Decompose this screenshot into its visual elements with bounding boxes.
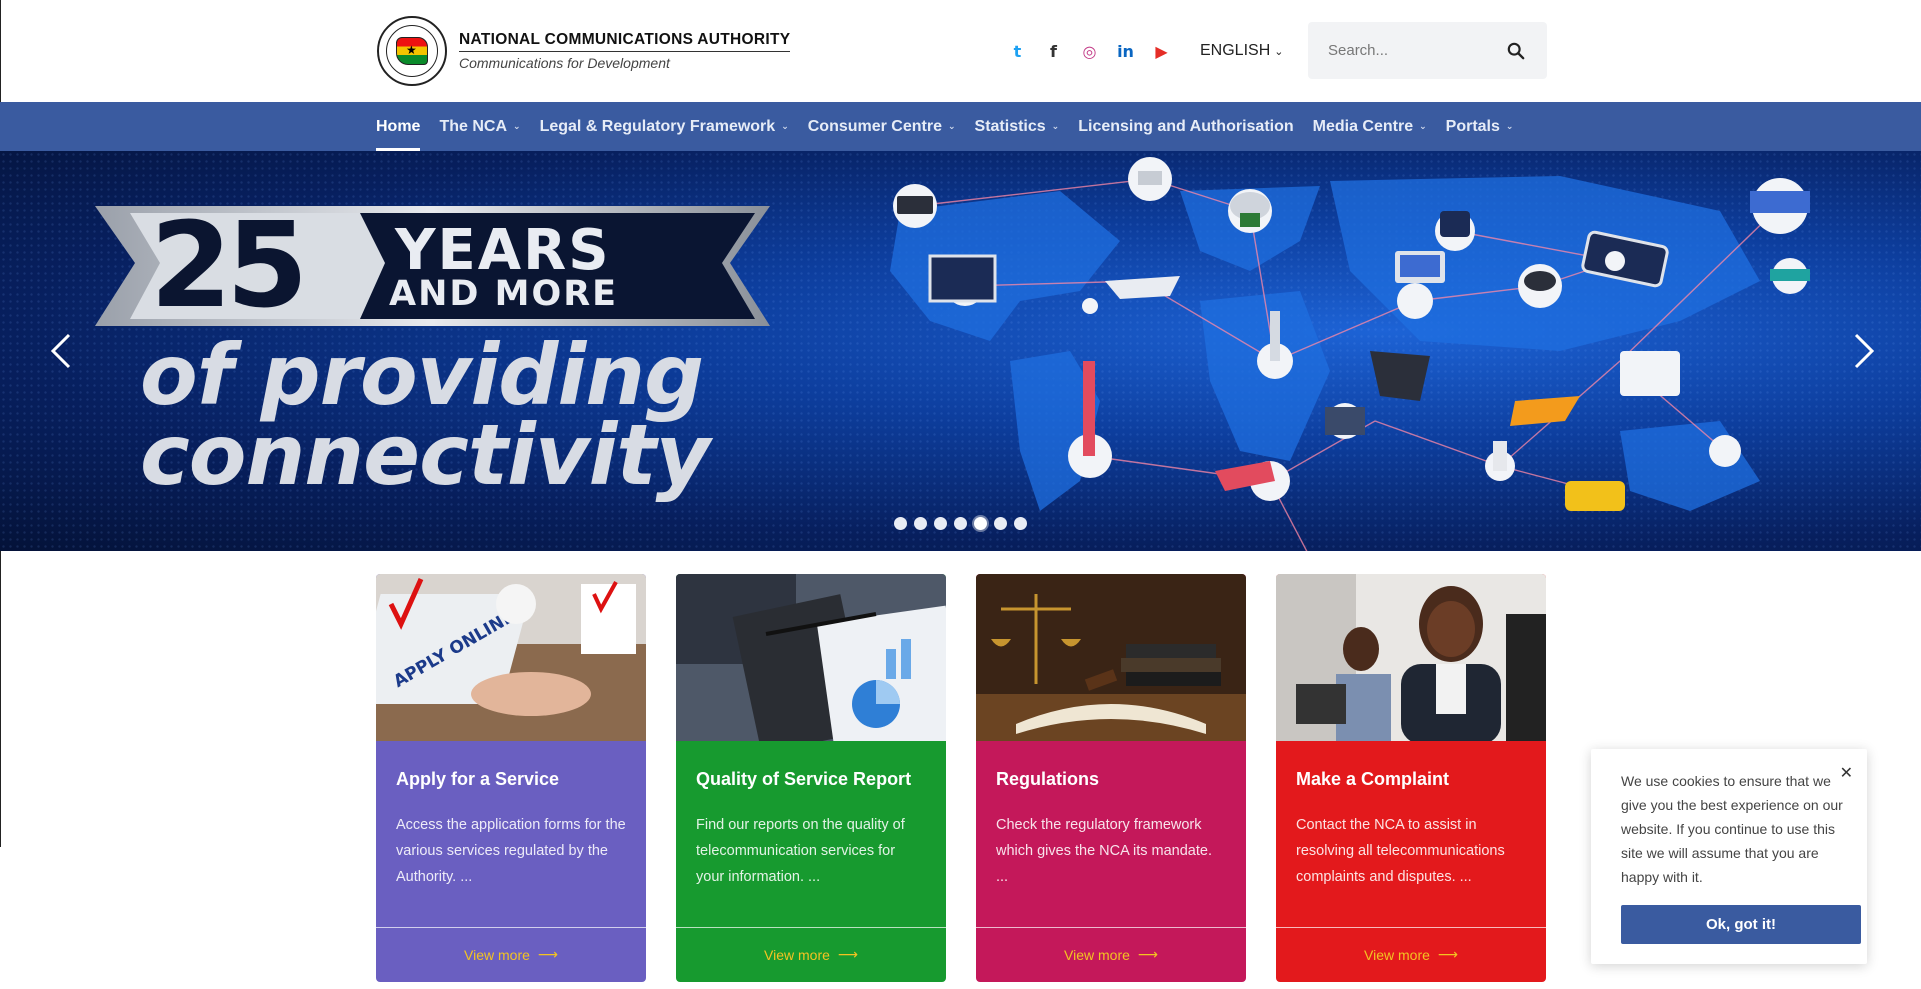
nav-item-home[interactable]: Home: [376, 102, 421, 151]
slider-pagination: [894, 517, 1027, 530]
view-more-label: View more: [764, 947, 830, 963]
nav-item-label: Statistics: [974, 117, 1046, 135]
view-more-link[interactable]: View more ⟶: [676, 927, 946, 982]
nav-item-licensing-and-authorisation[interactable]: Licensing and Authorisation: [1078, 102, 1293, 151]
youtube-icon[interactable]: ▶: [1150, 40, 1173, 62]
slider-next-arrow-icon[interactable]: [1848, 331, 1878, 371]
nav-item-label: Legal & Regulatory Framework: [539, 117, 776, 135]
chevron-down-icon: ⌄: [781, 121, 789, 132]
main-navigation: Home The NCA ⌄ Legal & Regulatory Framework…: [0, 102, 1921, 151]
language-label: ENGLISH: [1200, 42, 1271, 59]
linkedin-icon[interactable]: in: [1114, 40, 1137, 62]
slider-dot[interactable]: [974, 517, 987, 530]
cookie-accept-button[interactable]: Ok, got it!: [1621, 905, 1861, 944]
chevron-down-icon: ⌄: [1051, 121, 1060, 132]
cookie-notice: ✕ We use cookies to ensure that we give …: [1591, 749, 1867, 964]
card-image: APPLY ONLINE: [376, 574, 646, 741]
arrow-right-icon: ⟶: [1437, 947, 1458, 963]
search-box: [1308, 22, 1547, 79]
arrow-right-icon: ⟶: [1137, 947, 1158, 963]
instagram-icon[interactable]: ◎: [1078, 40, 1101, 62]
nav-item-consumer-centre[interactable]: Consumer Centre ⌄: [808, 102, 956, 151]
language-selector[interactable]: ENGLISH ⌄: [1200, 42, 1283, 60]
hero-and-more: AND MORE: [389, 274, 619, 314]
card-title[interactable]: Quality of Service Report: [696, 769, 926, 790]
nav-item-label: The NCA: [439, 117, 508, 135]
facebook-icon[interactable]: f: [1042, 40, 1065, 62]
slider-dot[interactable]: [994, 517, 1007, 530]
card-title[interactable]: Make a Complaint: [1296, 769, 1526, 790]
search-icon[interactable]: [1507, 42, 1525, 60]
card-image: [1276, 574, 1546, 741]
service-cards: APPLY ONLINE Apply for a Service Access th…: [376, 574, 1546, 982]
nav-item-the-nca[interactable]: The NCA ⌄: [439, 102, 520, 151]
site-header: ★ NATIONAL COMMUNICATIONS AUTHORITY Comm…: [0, 0, 1921, 102]
nav-item-label: Portals: [1445, 117, 1500, 135]
hero-tagline-2: connectivity: [140, 406, 710, 504]
view-more-label: View more: [1064, 947, 1130, 963]
card-description: Access the application forms for the var…: [396, 817, 626, 885]
view-more-link[interactable]: View more ⟶: [976, 927, 1246, 982]
arrow-right-icon: ⟶: [537, 947, 558, 963]
slider-dot[interactable]: [914, 517, 927, 530]
site-logo[interactable]: ★ NATIONAL COMMUNICATIONS AUTHORITY Comm…: [377, 16, 791, 86]
chevron-down-icon: ⌄: [1274, 45, 1284, 58]
slider-dot[interactable]: [934, 517, 947, 530]
nca-seal-icon: ★: [377, 16, 447, 86]
slider-prev-arrow-icon[interactable]: [47, 331, 77, 371]
view-more-label: View more: [1364, 947, 1430, 963]
card-description: Contact the NCA to assist in resolving a…: [1296, 817, 1505, 885]
view-more-link[interactable]: View more ⟶: [1276, 927, 1546, 982]
view-more-label: View more: [464, 947, 530, 963]
nav-item-statistics[interactable]: Statistics ⌄: [975, 102, 1060, 151]
chevron-down-icon: ⌄: [513, 121, 521, 132]
slider-dot[interactable]: [954, 517, 967, 530]
service-card[interactable]: Regulations Check the regulatory framewor…: [976, 574, 1246, 982]
social-links: t f ◎ in ▶: [1006, 40, 1173, 62]
nav-item-label: Consumer Centre: [807, 117, 942, 135]
view-more-link[interactable]: View more ⟶: [376, 927, 646, 982]
card-description: Check the regulatory framework which giv…: [996, 817, 1212, 885]
search-input[interactable]: [1308, 42, 1498, 59]
card-title[interactable]: Regulations: [996, 769, 1226, 790]
service-card[interactable]: Make a Complaint Contact the NCA to assis…: [1276, 574, 1546, 982]
card-description: Find our reports on the quality of telec…: [696, 817, 905, 885]
nav-item-media-centre[interactable]: Media Centre ⌄: [1313, 102, 1427, 151]
card-title[interactable]: Apply for a Service: [396, 769, 626, 790]
nav-item-label: Licensing and Authorisation: [1078, 117, 1294, 135]
slider-dot[interactable]: [1014, 517, 1027, 530]
arrow-right-icon: ⟶: [837, 947, 858, 963]
logo-subtitle: Communications for Development: [459, 55, 670, 71]
chevron-down-icon: ⌄: [947, 121, 956, 132]
card-image: [976, 574, 1246, 741]
nav-item-legal-regulatory-framework[interactable]: Legal & Regulatory Framework ⌄: [540, 102, 789, 151]
service-card[interactable]: APPLY ONLINE Apply for a Service Access th…: [376, 574, 646, 982]
nav-item-label: Home: [376, 117, 421, 135]
hero-slider: 25 YEARS AND MORE of providing connectiv…: [0, 151, 1921, 551]
twitter-icon[interactable]: t: [1006, 40, 1029, 62]
nav-item-portals[interactable]: Portals ⌄: [1446, 102, 1514, 151]
cookie-message: We use cookies to ensure that we give yo…: [1621, 773, 1843, 885]
service-card[interactable]: Quality of Service Report Find our report…: [676, 574, 946, 982]
chevron-down-icon: ⌄: [1505, 121, 1514, 132]
slider-dot[interactable]: [894, 517, 907, 530]
hero-number: 25: [150, 196, 308, 334]
logo-title: NATIONAL COMMUNICATIONS AUTHORITY: [459, 31, 791, 52]
card-image: [676, 574, 946, 741]
chevron-down-icon: ⌄: [1419, 121, 1427, 132]
nav-item-label: Media Centre: [1312, 117, 1414, 135]
